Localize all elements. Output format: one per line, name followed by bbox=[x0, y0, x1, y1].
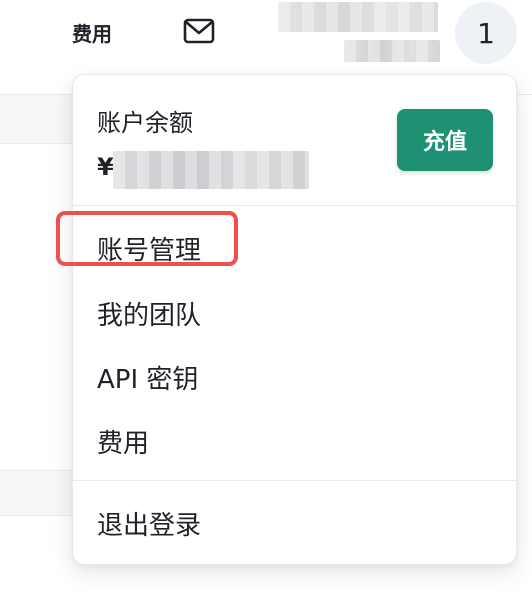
currency-symbol: ¥ bbox=[97, 153, 114, 181]
balance-label: 账户余额 bbox=[97, 109, 193, 137]
page-background-strip bbox=[0, 471, 72, 515]
account-dropdown-menu: 账户余额 ¥ 充值 账号管理 我的团队 API 密钥 费用 退出登录 bbox=[72, 74, 517, 565]
recharge-button[interactable]: 充值 bbox=[397, 109, 493, 171]
menu-divider bbox=[73, 480, 516, 481]
nav-fee-link[interactable]: 费用 bbox=[72, 18, 112, 47]
menu-item-my-team[interactable]: 我的团队 bbox=[97, 295, 201, 332]
username-blurred bbox=[278, 2, 438, 32]
organization-blurred bbox=[344, 40, 440, 62]
page-divider bbox=[0, 143, 72, 144]
mail-icon[interactable] bbox=[183, 18, 215, 44]
avatar[interactable]: 1 bbox=[455, 2, 517, 64]
page-background-strip bbox=[0, 95, 72, 143]
menu-item-logout[interactable]: 退出登录 bbox=[97, 505, 201, 542]
menu-item-api-keys[interactable]: API 密钥 bbox=[97, 359, 198, 396]
highlight-box bbox=[56, 211, 238, 266]
page-divider bbox=[0, 515, 72, 516]
balance-amount-blurred bbox=[113, 151, 309, 189]
menu-item-fees[interactable]: 费用 bbox=[97, 423, 149, 460]
menu-divider bbox=[73, 205, 516, 206]
